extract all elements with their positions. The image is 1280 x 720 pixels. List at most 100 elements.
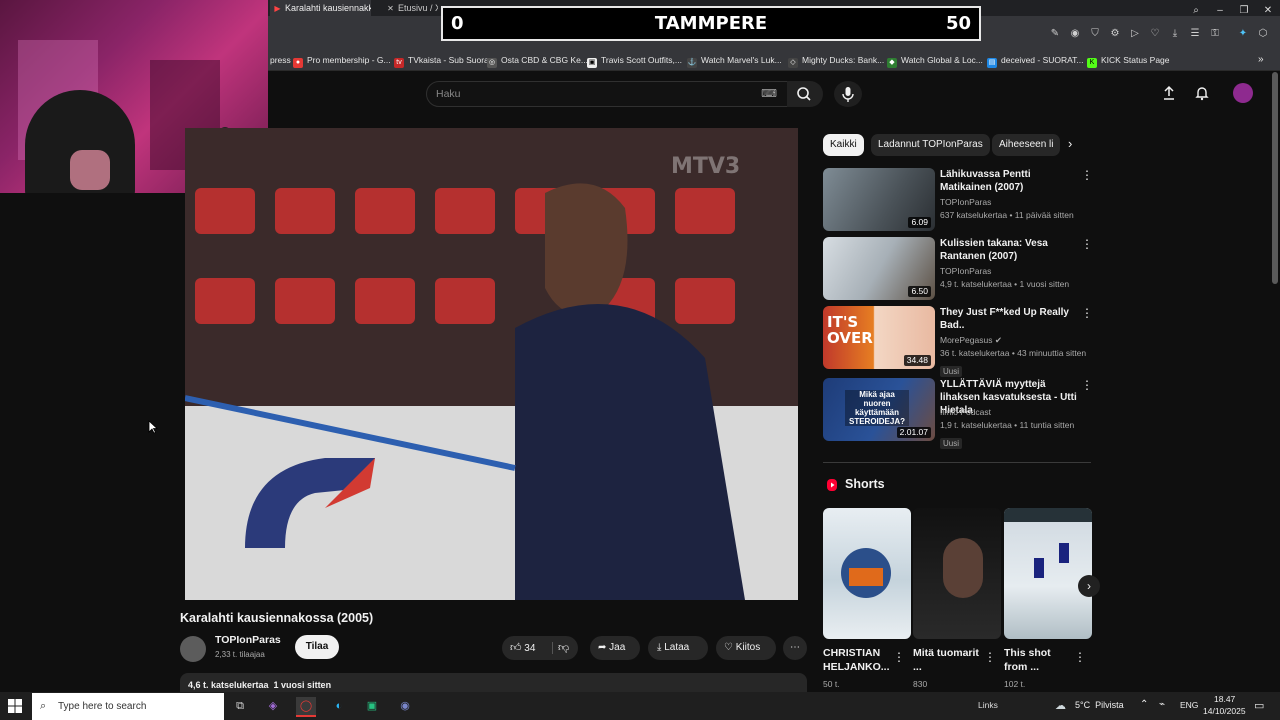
rec-channel[interactable]: TOPIonParas	[940, 265, 991, 277]
notifications-bell-icon[interactable]	[1194, 85, 1210, 101]
upload-icon[interactable]	[1161, 85, 1177, 101]
divider	[552, 642, 553, 654]
bookmark-item[interactable]: ◇ Mighty Ducks: Bank...	[788, 53, 884, 68]
extension-icon[interactable]: ✦	[1236, 27, 1250, 41]
download-icon[interactable]: ⤓	[1168, 27, 1182, 41]
language-indicator[interactable]: ENG	[1180, 700, 1198, 710]
lock-icon[interactable]: ⚿	[1208, 27, 1222, 41]
rec-channel[interactable]: Ilmiö Podcast	[940, 406, 991, 418]
tab-youtube[interactable]: ▶ Karalahti kausiennakko	[270, 0, 371, 16]
shield-icon[interactable]: ⛉	[1088, 27, 1102, 41]
subscribe-button[interactable]: Tilaa	[295, 635, 339, 659]
search-input[interactable]: Haku	[436, 82, 461, 106]
more-vertical-icon[interactable]: ⋮	[1081, 378, 1093, 392]
weather-text[interactable]: 5°C Pilvista	[1075, 700, 1124, 710]
more-vertical-icon[interactable]: ⋮	[984, 650, 996, 664]
more-icon[interactable]: ⬡	[1256, 27, 1270, 41]
chevron-right-icon[interactable]: ›	[1068, 136, 1072, 151]
taskbar-search-box[interactable]: ⌕ Type here to search	[32, 693, 224, 720]
taskbar-search-input[interactable]: Type here to search	[58, 693, 146, 720]
thumbs-up-icon: 👍︎	[510, 642, 522, 654]
search-box[interactable]: Haku ⌨	[426, 81, 788, 107]
channel-watermark: MTV3	[671, 154, 741, 179]
more-vertical-icon[interactable]: ⋮	[1074, 650, 1086, 664]
network-icon[interactable]: ⌁	[1159, 699, 1165, 710]
more-actions-button[interactable]: ⋯	[783, 636, 807, 660]
short-thumbnail[interactable]	[913, 508, 1001, 639]
shorts-next-button[interactable]: ›	[1078, 575, 1100, 597]
bookmark-item[interactable]: tv TVkaista - Sub Suora	[394, 53, 489, 68]
channel-name[interactable]: TOPIonParas	[215, 634, 281, 646]
bookmark-item[interactable]: press	[270, 53, 291, 67]
short-title[interactable]: CHRISTIAN HELJANKO...	[823, 646, 891, 674]
short-thumbnail[interactable]	[823, 508, 911, 639]
video-player[interactable]: MTV3	[185, 128, 798, 600]
gamepad-icon: ◆	[887, 58, 897, 68]
search-button[interactable]	[787, 81, 823, 107]
edge-browser-icon[interactable]: ◐	[329, 697, 349, 715]
rec-thumbnail[interactable]: IT'S OVER 34.48	[823, 306, 935, 369]
bookmark-item[interactable]: ● Pro membership - G...	[293, 53, 391, 68]
task-view-icon[interactable]: ⧉	[230, 697, 250, 715]
share-button[interactable]: ➦ Jaa	[590, 636, 640, 660]
like-button[interactable]: 👍︎ 34	[510, 636, 550, 661]
discord-icon[interactable]: ◉	[395, 697, 415, 715]
keyboard-icon[interactable]: ⌨	[761, 82, 777, 106]
divider	[823, 462, 1091, 463]
short-title[interactable]: Mitä tuomarit ...	[913, 646, 981, 674]
opera-browser-icon[interactable]: ◯	[296, 697, 316, 717]
download-button[interactable]: ⤓ Lataa	[648, 636, 708, 660]
more-vertical-icon[interactable]: ⋮	[1081, 168, 1093, 182]
rec-title[interactable]: Lähikuvassa Pentti Matikainen (2007)	[940, 168, 1080, 194]
clock-time[interactable]: 18.47	[1214, 694, 1235, 704]
windows-start-icon[interactable]	[8, 699, 22, 713]
description-box[interactable]: 4,6 t. katselukertaa 1 vuosi sitten	[180, 673, 807, 693]
channel-avatar[interactable]	[180, 636, 206, 662]
short-thumbnail[interactable]	[1004, 508, 1092, 639]
bookmark-item[interactable]: ▣ Travis Scott Outfits,...	[587, 53, 682, 68]
bookmarks-overflow-icon[interactable]: »	[1258, 53, 1264, 67]
more-vertical-icon[interactable]: ⋮	[1081, 306, 1093, 320]
rec-channel[interactable]: TOPIonParas	[940, 196, 991, 208]
short-views: 102 t.	[1004, 679, 1026, 689]
rec-thumbnail[interactable]: 6.09	[823, 168, 935, 231]
dislike-button[interactable]: 👎︎	[558, 636, 569, 661]
menu-icon[interactable]: ☰	[1188, 27, 1202, 41]
more-icon: ⋯	[790, 642, 800, 653]
clock-date[interactable]: 14/10/2025	[1203, 706, 1246, 716]
bookmark-item[interactable]: K KICK Status Page	[1087, 53, 1170, 68]
rec-thumbnail[interactable]: Mikä ajaa nuoren käyttämään STEROIDEJA? …	[823, 378, 935, 441]
rec-channel[interactable]: MorePegasus ✔	[940, 334, 1002, 346]
chip-related[interactable]: Aiheeseen li	[992, 134, 1060, 156]
voice-search-button[interactable]	[834, 81, 862, 107]
app-icon[interactable]: ◈	[263, 697, 283, 715]
page-scrollbar[interactable]	[1272, 72, 1278, 284]
thanks-button[interactable]: ♡ Kiitos	[716, 636, 776, 660]
notification-center-icon[interactable]: ▭	[1254, 699, 1264, 712]
links-toolbar[interactable]: Links	[978, 700, 998, 710]
more-vertical-icon[interactable]: ⋮	[893, 650, 905, 664]
more-vertical-icon[interactable]: ⋮	[1081, 237, 1093, 251]
bookmark-item[interactable]: ◆ Watch Global & Loc...	[887, 53, 983, 68]
rec-meta: 36 t. katselukertaa • 43 minuuttia sitte…	[940, 348, 1087, 358]
heart-icon[interactable]: ♡	[1148, 27, 1162, 41]
bookmark-item[interactable]: ◎ Osta CBD & CBG Ke...	[487, 53, 588, 68]
bookmark-item[interactable]: ▤ deceived - SUORAT...	[987, 53, 1084, 68]
tab-x[interactable]: ✕ Etusivu / X	[386, 0, 438, 16]
rec-title[interactable]: They Just F**ked Up Really Bad..	[940, 306, 1080, 332]
short-views: 830	[913, 679, 928, 689]
app-icon[interactable]: ▣	[362, 697, 382, 715]
play-icon[interactable]: ▷	[1128, 27, 1142, 41]
rec-thumbnail[interactable]: 6.50	[823, 237, 935, 300]
chevron-up-icon[interactable]: ⌃	[1140, 699, 1148, 710]
settings-icon[interactable]: ⚙	[1108, 27, 1122, 41]
avatar[interactable]	[1233, 83, 1253, 103]
short-title[interactable]: This shot from ...	[1004, 646, 1072, 674]
window-controls: ⌕ – ❐ ✕	[1184, 0, 1280, 16]
camera-icon[interactable]: ◉	[1068, 27, 1082, 41]
chip-uploaded-by[interactable]: Ladannut TOPIonParas	[871, 134, 990, 156]
chip-all[interactable]: Kaikki	[823, 134, 864, 156]
bookmark-item[interactable]: ⚓ Watch Marvel's Luk...	[687, 53, 782, 68]
edit-icon[interactable]: ✎	[1048, 27, 1062, 41]
rec-title[interactable]: Kulissien takana: Vesa Rantanen (2007)	[940, 237, 1080, 263]
